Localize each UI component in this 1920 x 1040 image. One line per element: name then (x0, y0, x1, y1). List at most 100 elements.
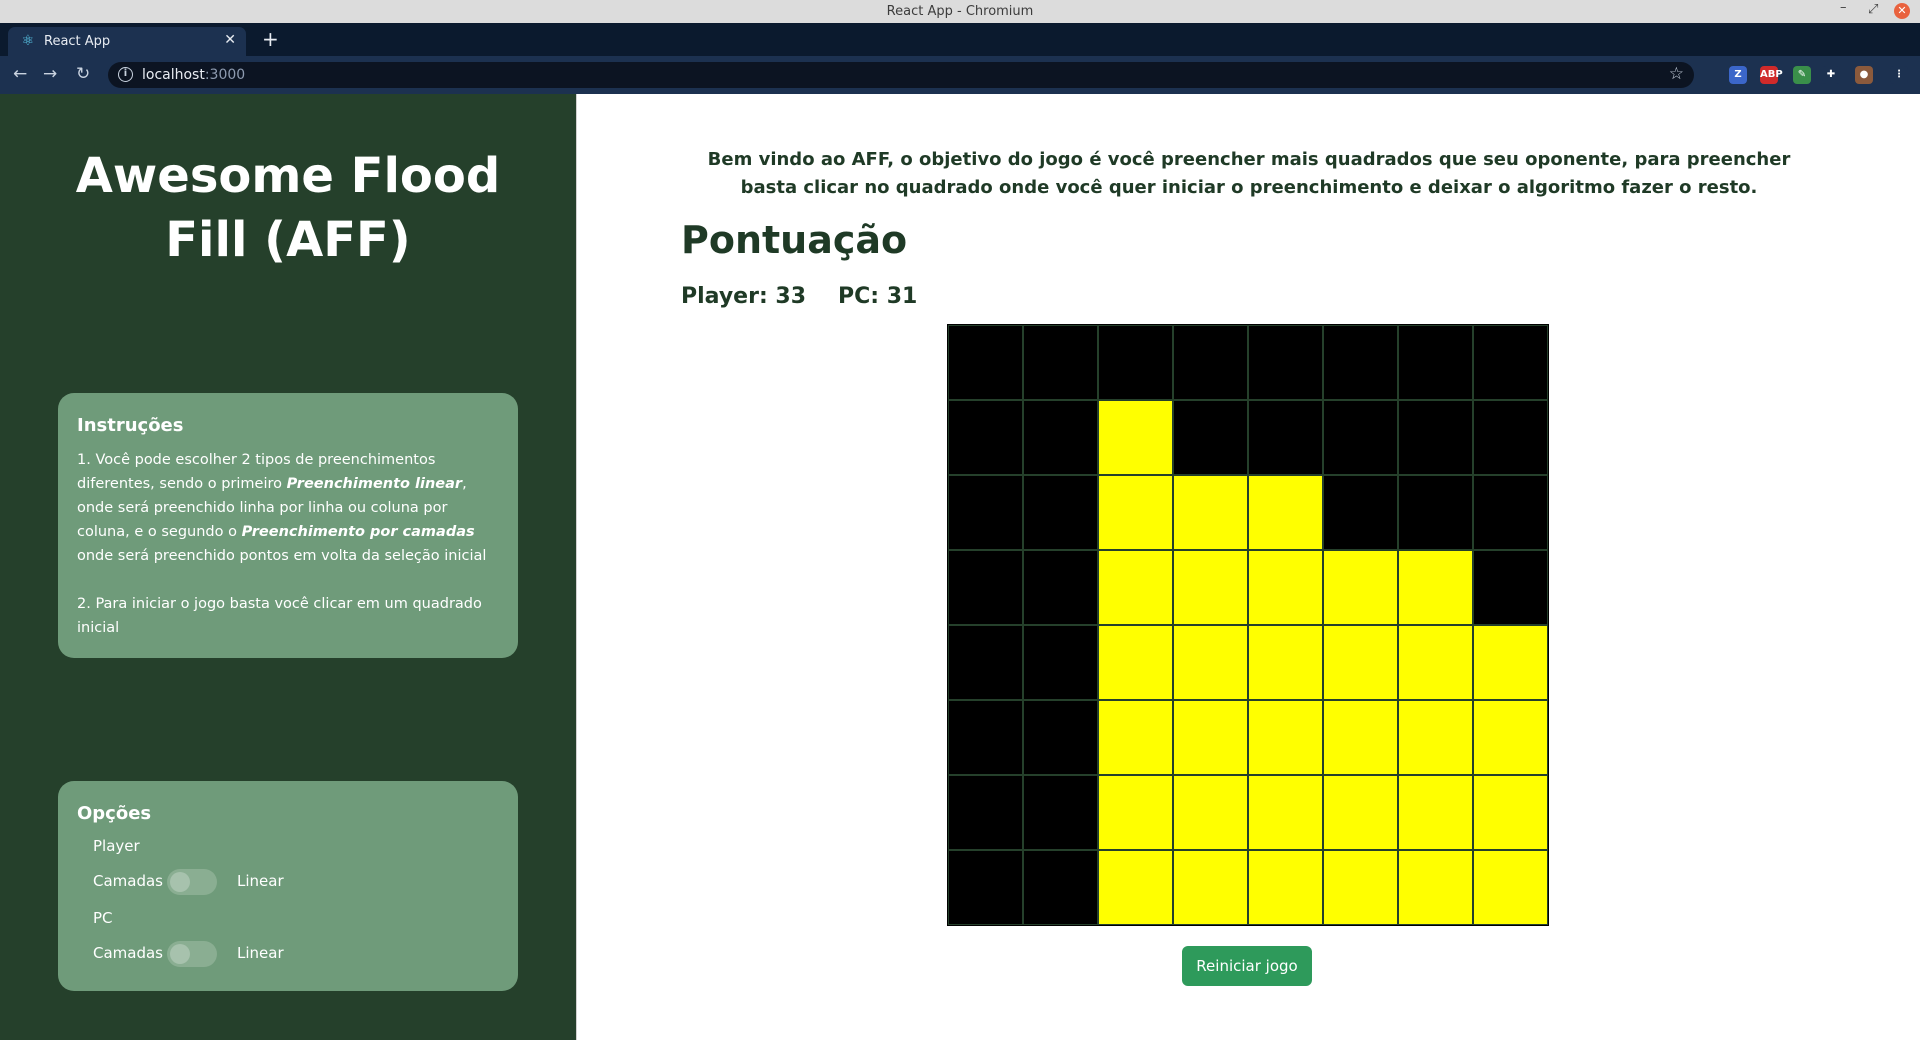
instruction-2: 2. Para iniciar o jogo basta você clicar… (77, 596, 482, 636)
board-cell-player[interactable] (1248, 850, 1323, 925)
board-cell-player[interactable] (1473, 850, 1548, 925)
instruction-linear-term: Preenchimento linear (286, 476, 463, 492)
board-cell-player[interactable] (1173, 700, 1248, 775)
restart-game-button[interactable]: Reiniciar jogo (1182, 946, 1312, 986)
react-favicon-icon: ⚛ (21, 33, 35, 49)
browser-tab-react-app[interactable]: ⚛ React App ✕ (8, 27, 246, 56)
board-cell-pc[interactable] (948, 400, 1023, 475)
board-cell-pc[interactable] (1023, 325, 1098, 400)
board-cell-player[interactable] (1473, 700, 1548, 775)
main-content: Bem vindo ao AFF, o objetivo do jogo é v… (576, 94, 1920, 1040)
board-cell-player[interactable] (1173, 550, 1248, 625)
welcome-text: Bem vindo ao AFF, o objetivo do jogo é v… (707, 149, 1791, 198)
board-cell-pc[interactable] (1398, 325, 1473, 400)
board-cell-player[interactable] (1098, 700, 1173, 775)
game-board (947, 324, 1549, 926)
board-cell-player[interactable] (1398, 775, 1473, 850)
board-cell-pc[interactable] (1023, 625, 1098, 700)
board-cell-pc[interactable] (948, 550, 1023, 625)
board-cell-player[interactable] (1323, 550, 1398, 625)
board-cell-player[interactable] (1248, 625, 1323, 700)
board-cell-player[interactable] (1398, 550, 1473, 625)
puzzle-extensions-icon[interactable]: ✚ (1822, 66, 1840, 84)
board-cell-pc[interactable] (1323, 400, 1398, 475)
board-cell-player[interactable] (1398, 625, 1473, 700)
new-tab-icon[interactable]: + (262, 27, 279, 51)
board-cell-pc[interactable] (1473, 550, 1548, 625)
board-cell-player[interactable] (1473, 625, 1548, 700)
board-cell-pc[interactable] (948, 475, 1023, 550)
reload-icon[interactable]: ↻ (76, 64, 90, 84)
site-info-icon[interactable]: i (118, 67, 133, 82)
board-cell-player[interactable] (1323, 775, 1398, 850)
board-cell-pc[interactable] (1248, 400, 1323, 475)
options-card: Opções Player Camadas Linear PC Camadas … (58, 781, 518, 991)
board-cell-player[interactable] (1323, 700, 1398, 775)
back-arrow-icon[interactable]: ← (13, 64, 27, 84)
board-cell-player[interactable] (1098, 550, 1173, 625)
board-cell-player[interactable] (1398, 700, 1473, 775)
board-cell-player[interactable] (1248, 550, 1323, 625)
board-cell-pc[interactable] (1173, 325, 1248, 400)
board-cell-pc[interactable] (948, 775, 1023, 850)
board-cell-player[interactable] (1323, 625, 1398, 700)
adblock-icon[interactable]: ABP (1760, 66, 1783, 84)
board-cell-player[interactable] (1173, 850, 1248, 925)
board-cell-player[interactable] (1173, 475, 1248, 550)
board-cell-pc[interactable] (1098, 325, 1173, 400)
bookmark-star-icon[interactable]: ☆ (1669, 64, 1684, 84)
board-cell-pc[interactable] (1023, 400, 1098, 475)
board-cell-pc[interactable] (1323, 325, 1398, 400)
board-cell-player[interactable] (1098, 625, 1173, 700)
minimize-icon[interactable]: – (1840, 0, 1847, 15)
board-cell-player[interactable] (1173, 775, 1248, 850)
profile-avatar[interactable]: ● (1855, 66, 1873, 84)
board-cell-pc[interactable] (1323, 475, 1398, 550)
board-cell-pc[interactable] (1023, 550, 1098, 625)
forward-arrow-icon[interactable]: → (43, 64, 57, 84)
board-cell-player[interactable] (1248, 475, 1323, 550)
board-cell-player[interactable] (1323, 850, 1398, 925)
player-mode-toggle[interactable] (167, 869, 217, 895)
board-cell-pc[interactable] (1398, 400, 1473, 475)
board-cell-player[interactable] (1098, 775, 1173, 850)
player-camadas-label: Camadas (93, 872, 163, 890)
board-cell-pc[interactable] (1473, 325, 1548, 400)
board-cell-pc[interactable] (1173, 400, 1248, 475)
restore-icon[interactable]: ⤢ (1868, 2, 1878, 17)
app-title: Awesome Flood Fill (AFF) (75, 148, 501, 268)
address-bar[interactable]: i localhost:3000 ☆ (108, 62, 1694, 88)
board-cell-pc[interactable] (948, 700, 1023, 775)
board-cell-player[interactable] (1098, 400, 1173, 475)
board-cell-pc[interactable] (1023, 850, 1098, 925)
board-cell-player[interactable] (1473, 775, 1548, 850)
board-cell-player[interactable] (1248, 775, 1323, 850)
tab-close-icon[interactable]: ✕ (224, 32, 236, 48)
close-window-icon[interactable]: ✕ (1894, 3, 1910, 19)
board-cell-player[interactable] (1398, 850, 1473, 925)
tab-strip: ⚛ React App ✕ + (0, 23, 1920, 56)
instructions-card: Instruções 1. Você pode escolher 2 tipos… (58, 393, 518, 658)
board-cell-pc[interactable] (1473, 475, 1548, 550)
options-heading: Opções (77, 803, 152, 824)
board-cell-pc[interactable] (948, 850, 1023, 925)
board-cell-pc[interactable] (1023, 775, 1098, 850)
board-cell-pc[interactable] (1398, 475, 1473, 550)
board-cell-player[interactable] (1173, 625, 1248, 700)
board-cell-player[interactable] (1098, 475, 1173, 550)
pc-mode-toggle[interactable] (167, 941, 217, 967)
z-extension-icon[interactable]: Z (1729, 66, 1747, 84)
board-cell-pc[interactable] (1248, 325, 1323, 400)
board-cell-player[interactable] (1098, 850, 1173, 925)
board-cell-player[interactable] (1248, 700, 1323, 775)
board-cell-pc[interactable] (1023, 700, 1098, 775)
sidebar: Awesome Flood Fill (AFF) Instruções 1. V… (0, 94, 576, 1040)
board-cell-pc[interactable] (948, 325, 1023, 400)
dropper-extension-icon[interactable]: ✎ (1793, 66, 1811, 84)
browser-toolbar: ← → ↻ i localhost:3000 ☆ Z ABP ✎ ✚ ● ⋮ (0, 56, 1920, 94)
board-cell-pc[interactable] (1023, 475, 1098, 550)
board-cell-pc[interactable] (1473, 400, 1548, 475)
window-titlebar: React App - Chromium – ⤢ ✕ (0, 0, 1920, 23)
board-cell-pc[interactable] (948, 625, 1023, 700)
menu-dots-icon[interactable]: ⋮ (1890, 66, 1908, 84)
